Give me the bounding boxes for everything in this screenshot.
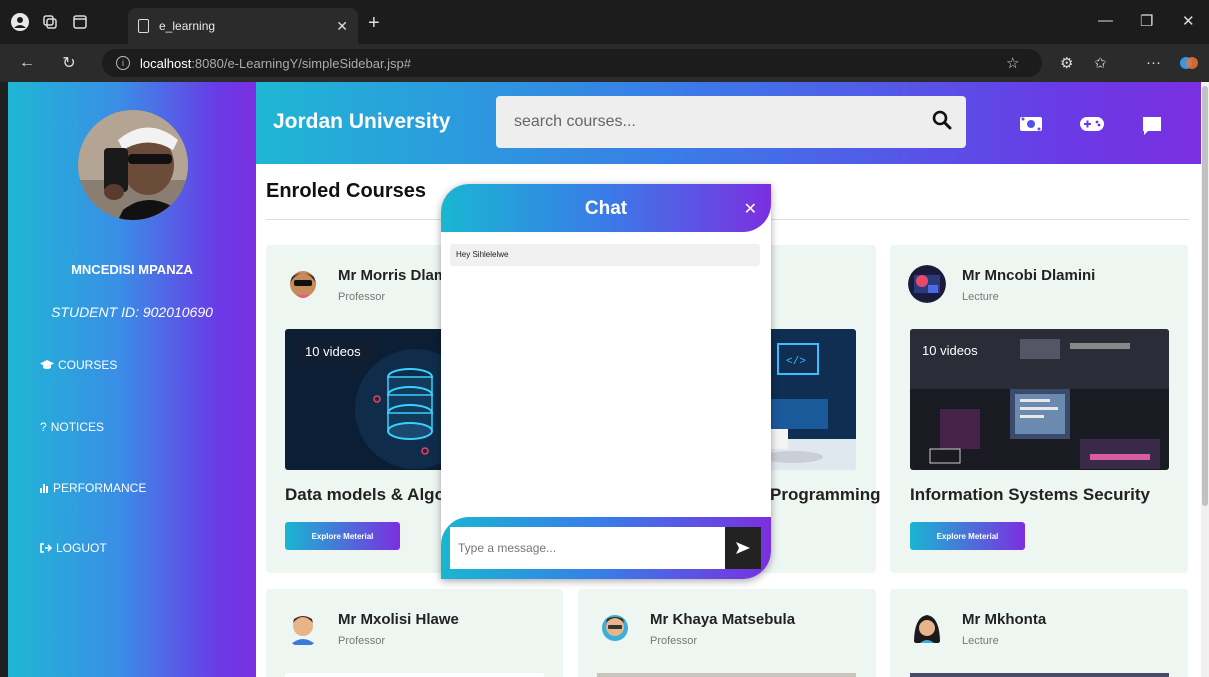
- course-card: Mr Khaya Matsebula Professor: [578, 589, 876, 677]
- more-icon[interactable]: ···: [1146, 54, 1161, 71]
- favorites-list-icon[interactable]: ✩: [1094, 54, 1107, 72]
- video-count-badge: 10 videos: [922, 343, 978, 358]
- page: MNCEDISI MPANZA STUDENT ID: 902010690 CO…: [8, 82, 1209, 677]
- course-thumbnail: [597, 673, 856, 677]
- professor-avatar: [284, 265, 322, 303]
- header: Jordan University search courses...: [256, 82, 1209, 164]
- minimize-icon[interactable]: —: [1098, 12, 1113, 29]
- sidebar-item-label: LOGUOT: [56, 541, 107, 555]
- sidebar-item-label: NOTICES: [50, 420, 105, 434]
- url-host: localhost: [140, 55, 192, 71]
- url-path: :8080/e-LearningY/simpleSidebar.jsp#: [191, 55, 412, 71]
- new-tab-icon[interactable]: +: [368, 12, 380, 35]
- extensions-icon[interactable]: ⚙: [1060, 54, 1073, 72]
- course-title: Programming: [770, 485, 881, 504]
- professor-avatar: [596, 609, 634, 647]
- search-bar[interactable]: search courses...: [496, 96, 966, 148]
- professor-role: Professor: [338, 635, 386, 647]
- money-icon[interactable]: [1020, 116, 1042, 132]
- favorite-icon[interactable]: ☆: [1006, 54, 1019, 72]
- sidebar-item-performance[interactable]: PERFORMANCE: [40, 481, 146, 495]
- professor-name: Mr Mxolisi Hlawe: [338, 611, 459, 628]
- course-card: Mr Mxolisi Hlawe Professor: [266, 589, 563, 677]
- avatar: [78, 110, 188, 220]
- info-icon[interactable]: i: [116, 56, 130, 70]
- professor-role: Lecture: [962, 635, 999, 647]
- course-thumbnail: [910, 673, 1169, 677]
- student-id: STUDENT ID: 902010690: [51, 304, 213, 320]
- chat-footer: [441, 517, 771, 579]
- question-icon: ?: [40, 420, 47, 434]
- chat-title: Chat: [584, 198, 628, 219]
- sidebar-item-notices[interactable]: ? NOTICES: [40, 420, 104, 434]
- sidebar-item-courses[interactable]: COURSES: [40, 358, 117, 372]
- gamepad-icon[interactable]: [1080, 116, 1104, 132]
- bar-chart-icon: [40, 484, 48, 493]
- scrollbar-thumb[interactable]: [1202, 86, 1208, 506]
- copilot-icon[interactable]: [1180, 54, 1198, 76]
- professor-name: Mr Mkhonta: [962, 611, 1047, 628]
- professor-name: Mr Mncobi Dlamini: [962, 267, 1096, 284]
- svg-text:</>: </>: [786, 356, 806, 368]
- professor-avatar: [284, 609, 322, 647]
- professor-role: Professor: [650, 635, 698, 647]
- course-title: Information Systems Security: [910, 485, 1150, 504]
- workspaces-icon[interactable]: [40, 12, 60, 32]
- url-field[interactable]: i localhost :8080/e-LearningY/simpleSide…: [102, 49, 1042, 77]
- tab-e-learning[interactable]: e_learning ✕: [128, 8, 358, 44]
- restore-icon[interactable]: ❐: [1140, 12, 1153, 30]
- close-chat-icon[interactable]: ✕: [744, 199, 757, 219]
- back-icon[interactable]: ←: [16, 54, 38, 72]
- course-card: Mr Mkhonta Lecture: [890, 589, 1188, 677]
- explore-material-button[interactable]: Explore Meterial: [910, 522, 1025, 550]
- sidebar-item-label: PERFORMANCE: [53, 481, 147, 495]
- student-name: MNCEDISI MPANZA: [71, 262, 193, 277]
- graduation-cap-icon: [40, 360, 54, 369]
- chat-message: Hey Sihlelelwe: [450, 244, 760, 266]
- course-thumbnail: 10 videos: [910, 329, 1169, 470]
- page-title: Enroled Courses: [266, 180, 427, 202]
- sign-out-icon: [40, 543, 52, 553]
- professor-role: Professor: [338, 291, 386, 303]
- search-icon[interactable]: [932, 110, 952, 130]
- search-input[interactable]: search courses...: [514, 113, 636, 131]
- document-icon: [138, 19, 149, 33]
- sidebar: MNCEDISI MPANZA STUDENT ID: 902010690 CO…: [8, 82, 256, 677]
- tab-title: e_learning: [159, 19, 216, 33]
- send-icon: [736, 542, 750, 554]
- address-bar: ← ↻ i localhost :8080/e-LearningY/simple…: [0, 44, 1209, 82]
- explore-material-button[interactable]: Explore Meterial: [285, 522, 400, 550]
- chat-popup: Chat ✕ Hey Sihlelelwe: [441, 184, 771, 579]
- chat-header: Chat ✕: [441, 184, 771, 232]
- refresh-icon[interactable]: ↻: [58, 53, 80, 73]
- tab-actions-icon[interactable]: [70, 12, 90, 32]
- close-tab-icon[interactable]: ✕: [336, 18, 348, 35]
- send-button[interactable]: [725, 527, 761, 569]
- brand-title: Jordan University: [273, 110, 451, 133]
- message-input[interactable]: [450, 527, 725, 569]
- sidebar-item-label: COURSES: [58, 358, 118, 372]
- course-thumbnail: [285, 673, 544, 677]
- browser-tab-bar: e_learning ✕ + — ❐ ✕: [0, 0, 1209, 44]
- page-scrollbar[interactable]: [1201, 82, 1209, 677]
- sidebar-item-logout[interactable]: LOGUOT: [40, 541, 107, 555]
- professor-role: Lecture: [962, 291, 999, 303]
- professor-avatar: [908, 265, 946, 303]
- professor-name: Mr Khaya Matsebula: [650, 611, 796, 628]
- profile-icon[interactable]: [10, 12, 30, 32]
- professor-avatar: [908, 609, 946, 647]
- close-window-icon[interactable]: ✕: [1182, 12, 1195, 30]
- chat-icon[interactable]: [1142, 116, 1162, 136]
- video-count-badge: 10 videos: [295, 339, 371, 364]
- course-card: Mr Mncobi Dlamini Lecture 10 videos Info…: [890, 245, 1188, 573]
